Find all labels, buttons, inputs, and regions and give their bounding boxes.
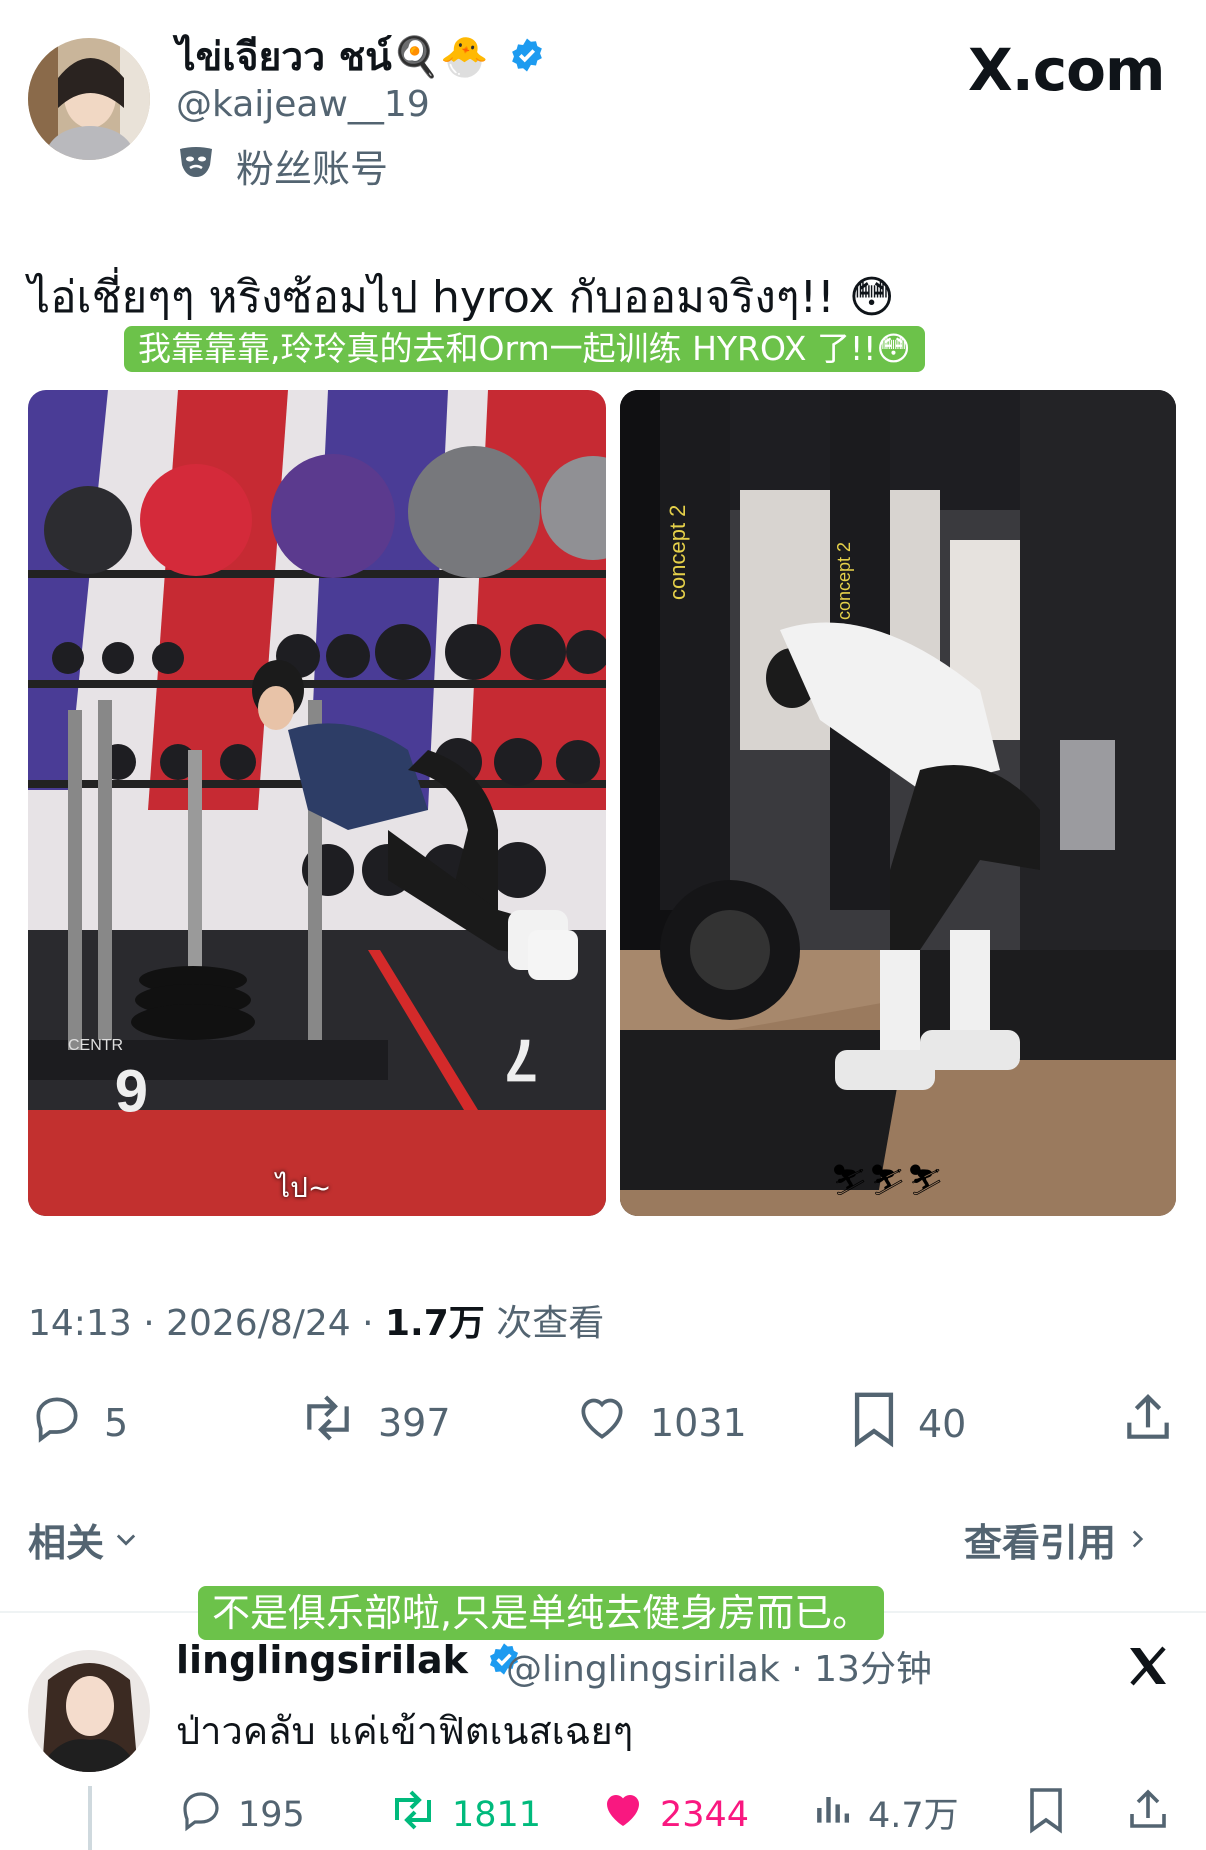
views-count: 1.7万 — [385, 1303, 485, 1344]
svg-text:7: 7 — [505, 1027, 538, 1094]
share-button[interactable] — [1120, 1390, 1176, 1455]
reply-icon — [28, 1390, 86, 1455]
author-avatar[interactable] — [28, 38, 150, 160]
reply-handle-time[interactable]: @linglingsirilak · 13分钟 — [506, 1640, 932, 1692]
reply-views-button[interactable]: 4.7万 — [812, 1786, 959, 1839]
reply-icon — [176, 1786, 226, 1843]
views-icon — [812, 1786, 856, 1839]
retweet-icon — [296, 1390, 360, 1455]
tweet-translation-subtitle: 我靠靠靠,玲玲真的去和Orm一起训练 HYROX 了!!😳 — [124, 326, 925, 372]
reply-author-name[interactable]: linglingsirilak — [176, 1638, 521, 1685]
reply-retweet-button[interactable]: 1811 — [386, 1786, 541, 1843]
fan-account-label: 粉丝账号 — [178, 138, 388, 193]
like-icon — [572, 1390, 632, 1455]
x-logo-icon: X.com — [968, 36, 1165, 104]
tweet-photo-2[interactable]: concept 2 concept 2 ⛷⛷⛷ — [620, 390, 1176, 1216]
reply-reply-button[interactable]: 195 — [176, 1786, 305, 1843]
bookmark-icon — [848, 1390, 900, 1457]
chevron-right-icon — [1124, 1518, 1150, 1562]
tweet-photo-1[interactable]: CENTR 6 7 ไป~ — [28, 390, 606, 1216]
chevron-down-icon — [112, 1518, 140, 1562]
retweet-icon — [386, 1786, 440, 1843]
reply-like-button[interactable]: 2344 — [598, 1786, 749, 1843]
reply-avatar[interactable] — [28, 1650, 150, 1772]
retweet-button[interactable]: 397 — [296, 1390, 451, 1455]
author-display-name[interactable]: ไข่เจียวว ชน์🍳🐣 — [176, 26, 545, 88]
share-icon — [1120, 1390, 1176, 1455]
reply-share-button[interactable] — [1124, 1786, 1172, 1843]
photo-1-caption: ไป~ — [276, 1171, 332, 1204]
tweet-timestamp-views: 14:13 · 2026/8/24 · 1.7万 次查看 — [28, 1303, 605, 1344]
related-dropdown[interactable]: 相关 — [28, 1512, 140, 1567]
svg-text:6: 6 — [115, 1057, 148, 1124]
share-icon — [1124, 1786, 1172, 1843]
like-icon — [598, 1786, 648, 1843]
svg-text:⛷⛷⛷: ⛷⛷⛷ — [830, 1163, 944, 1198]
reply-translation-subtitle: 不是俱乐部啦,只是单纯去健身房而已。 — [198, 1586, 885, 1640]
thread-line — [88, 1786, 92, 1850]
reply-bookmark-button[interactable] — [1024, 1786, 1068, 1843]
x-logo-icon — [1124, 1642, 1172, 1694]
like-button[interactable]: 1031 — [572, 1390, 747, 1455]
svg-text:concept 2: concept 2 — [665, 505, 690, 600]
bookmark-icon — [1024, 1786, 1068, 1843]
fan-account-mask-icon — [178, 144, 214, 188]
bookmark-button[interactable]: 40 — [848, 1390, 966, 1457]
tweet-text: ไอ่เชี่ยๆๆ หริงซ้อมไป hyrox กับออมจริงๆ!… — [28, 272, 895, 323]
svg-text:concept 2: concept 2 — [834, 542, 854, 620]
author-handle[interactable]: @kaijeaw__19 — [176, 84, 430, 125]
reply-text: ป่าวคลับ แค่เข้าฟิตเนสเฉยๆ — [176, 1709, 634, 1753]
verified-badge-icon — [509, 37, 545, 83]
reply-button[interactable]: 5 — [28, 1390, 128, 1455]
view-quotes-link[interactable]: 查看引用 — [964, 1512, 1150, 1567]
svg-text:CENTR: CENTR — [68, 1037, 123, 1054]
